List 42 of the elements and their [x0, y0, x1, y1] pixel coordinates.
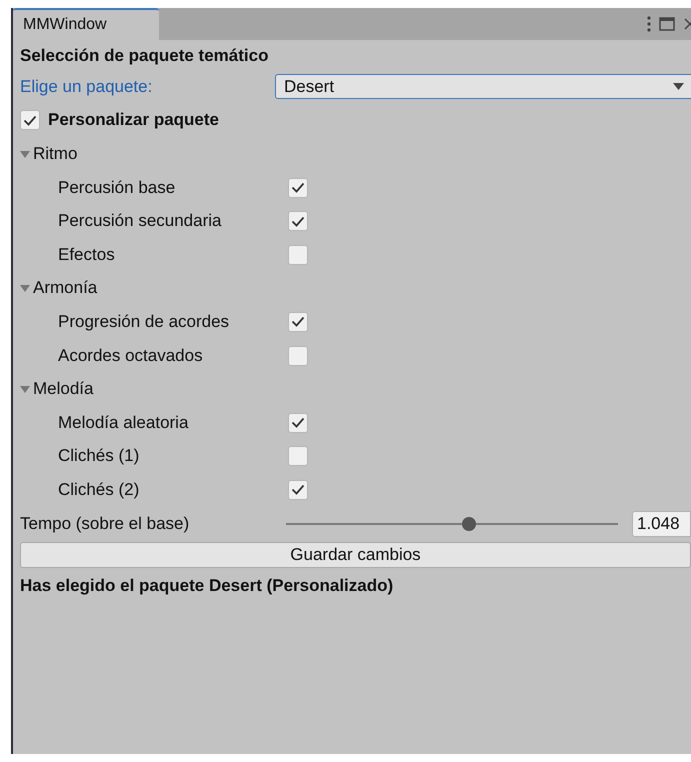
more-icon[interactable]	[647, 16, 651, 32]
foldout-arrow-icon	[20, 148, 30, 159]
option-label: Efectos	[57, 244, 116, 265]
option-label: Clichés (1)	[57, 446, 140, 466]
checkbox[interactable]	[288, 178, 308, 198]
checkbox[interactable]	[288, 211, 308, 232]
checkmark-icon	[291, 216, 305, 227]
checkmark-icon	[291, 417, 305, 428]
number-field[interactable]: 1.048	[632, 510, 691, 537]
foldout-header[interactable]: Ritmo	[20, 144, 78, 164]
checkbox[interactable]	[20, 110, 40, 130]
option-label: Percusión secundaria	[57, 211, 222, 232]
window-tab[interactable]: MMWindow	[13, 8, 159, 40]
field-label: Elige un paquete:	[20, 76, 154, 97]
status-text: Has elegido el paquete Desert (Personalizado)	[20, 576, 394, 596]
checkbox[interactable]	[288, 312, 308, 332]
checkmark-icon	[23, 114, 37, 126]
option-label: Melodía aleatoria	[57, 412, 190, 433]
dropdown-caret-icon	[673, 83, 684, 90]
package-dropdown[interactable]: Desert	[275, 74, 691, 100]
checkmark-icon	[291, 182, 305, 194]
checkmark-icon	[291, 484, 305, 496]
option-label: Percusión base	[57, 178, 176, 198]
foldout-arrow-icon	[20, 283, 30, 294]
checkbox[interactable]	[288, 446, 308, 466]
option-label: Clichés (2)	[57, 480, 140, 500]
option-label: Progresión de acordes	[57, 312, 230, 332]
section-heading: Selección de paquete temático	[20, 46, 268, 66]
checkbox[interactable]	[288, 480, 308, 500]
slider-thumb[interactable]	[462, 516, 476, 531]
checkmark-icon	[291, 316, 305, 328]
checkbox[interactable]	[288, 346, 308, 366]
checkbox[interactable]	[288, 412, 308, 433]
save-button[interactable]: Guardar cambios	[20, 542, 691, 568]
foldout-header[interactable]: Armonía	[20, 278, 98, 298]
slider-label: Tempo (sobre el base)	[20, 514, 190, 534]
checkbox[interactable]	[288, 244, 308, 265]
maximize-icon[interactable]	[659, 17, 675, 31]
checkbox-label: Personalizar paquete	[48, 110, 220, 130]
foldout-arrow-icon	[20, 384, 30, 394]
option-label: Acordes octavados	[57, 346, 204, 366]
foldout-header[interactable]: Melodía	[20, 379, 94, 400]
